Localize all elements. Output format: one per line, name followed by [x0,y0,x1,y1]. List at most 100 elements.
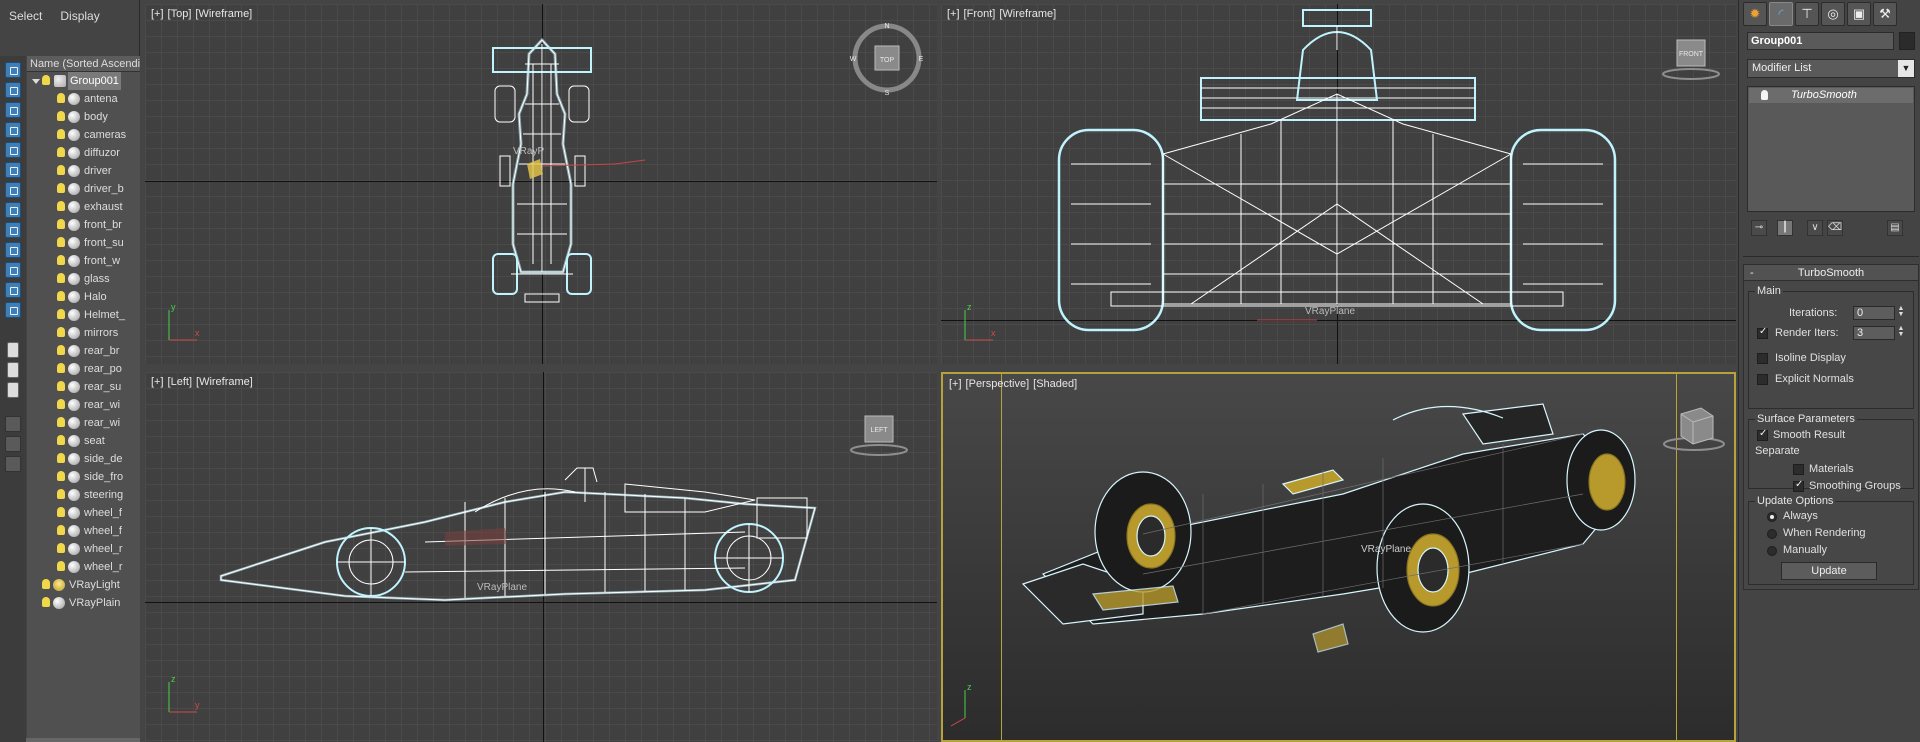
tree-row-group[interactable]: Group001 [27,72,140,90]
make-unique-icon[interactable]: ∨ [1807,220,1823,236]
visibility-bulb-icon[interactable] [57,435,65,445]
create-tab-star-icon[interactable]: ✹ [1743,2,1767,26]
remove-modifier-icon[interactable]: ⌫ [1827,220,1843,236]
layer-icon[interactable] [7,382,19,398]
tree-row[interactable]: Halo [27,288,140,306]
funnel-filter-icon[interactable] [5,416,21,432]
filter-geometry-icon[interactable] [5,102,21,118]
viewport-front[interactable]: VRayPlane z x FRONT [+] [Front] [Wireframe… [941,4,1736,364]
modifier-bulb-icon[interactable] [1761,90,1768,100]
update-always-radio[interactable] [1767,512,1777,522]
visibility-bulb-icon[interactable] [57,471,65,481]
filter-lights-icon[interactable] [5,142,21,158]
tree-column-header[interactable]: Name (Sorted Ascending) [27,56,140,72]
visibility-bulb-icon[interactable] [57,309,65,319]
filter-spacewarps-icon[interactable] [5,202,21,218]
tree-row[interactable]: antena [27,90,140,108]
viewport-point-of-view[interactable]: [Left] [168,376,192,388]
visibility-bulb-icon[interactable] [57,219,65,229]
menu-display[interactable]: Display [51,0,108,32]
viewport-shading-mode[interactable]: [Shaded] [1033,378,1077,390]
rollout-header[interactable]: - TurboSmooth [1744,265,1918,281]
viewport-left[interactable]: VRayPlane z y LEFT [+] [Left] [Wireframe] [145,372,937,742]
pin-stack-icon[interactable]: ⊸ [1751,220,1767,236]
viewport-shading-mode[interactable]: [Wireframe] [999,8,1056,20]
viewport-label-left[interactable]: [+] [Left] [Wireframe] [151,376,257,388]
viewport-menu-plus[interactable]: [+] [947,8,960,20]
visibility-bulb-icon[interactable] [57,129,65,139]
tree-row[interactable]: rear_wi [27,414,140,432]
viewport-label-perspective[interactable]: [+] [Perspective] [Shaded] [949,378,1081,390]
visibility-bulb-icon[interactable] [42,75,50,85]
viewport-shading-mode[interactable]: [Wireframe] [196,376,253,388]
tree-row[interactable]: side_de [27,450,140,468]
tree-row[interactable]: rear_wi [27,396,140,414]
tree-row[interactable]: front_br [27,216,140,234]
display-all-icon[interactable] [5,82,21,98]
viewport-menu-plus[interactable]: [+] [949,378,962,390]
tree-row[interactable]: wheel_f [27,504,140,522]
tree-row[interactable]: Helmet_ [27,306,140,324]
visibility-bulb-icon[interactable] [57,327,65,337]
iterations-spin-arrows-icon[interactable]: ▲ ▼ [1897,305,1905,320]
menu-select[interactable]: Select [0,0,51,32]
filter-frozen-icon[interactable] [5,302,21,318]
hierarchy-filter-icon[interactable] [5,436,21,452]
visibility-bulb-icon[interactable] [57,417,65,427]
filter-cameras-icon[interactable] [5,162,21,178]
tree-row[interactable]: wheel_f [27,522,140,540]
stack-item-turbosmooth[interactable]: TurboSmooth [1749,88,1913,103]
visibility-bulb-icon[interactable] [57,399,65,409]
filter-xrefs-icon[interactable] [5,242,21,258]
update-button[interactable]: Update [1781,562,1877,580]
page-icon[interactable] [7,342,19,358]
page-blank-icon[interactable] [7,362,19,378]
explicit-normals-checkbox[interactable] [1757,374,1768,385]
tree-row[interactable]: body [27,108,140,126]
viewcube-compass[interactable]: TOP N E S W [847,18,927,98]
viewport-point-of-view[interactable]: [Top] [168,8,192,20]
tree-row[interactable]: diffuzor [27,144,140,162]
hierarchy-tab-icon[interactable]: ⊤ [1795,2,1819,26]
viewport-shading-mode[interactable]: [Wireframe] [195,8,252,20]
viewport-point-of-view[interactable]: [Front] [964,8,996,20]
visibility-bulb-icon[interactable] [57,543,65,553]
viewport-perspective[interactable]: VRayPlane z [+] [Perspective] [Shaded] [941,372,1736,742]
filter-groups-icon[interactable] [5,222,21,238]
tree-row[interactable]: rear_br [27,342,140,360]
modify-tab-curve-icon[interactable]: ◜ [1769,2,1793,26]
render-iters-spinner[interactable]: 3 [1853,326,1895,340]
visibility-bulb-icon[interactable] [57,111,65,121]
tree-row[interactable]: steering [27,486,140,504]
visibility-bulb-icon[interactable] [57,273,65,283]
viewport-label-top[interactable]: [+] [Top] [Wireframe] [151,8,256,20]
viewcube[interactable]: LEFT [847,410,911,460]
visibility-bulb-icon[interactable] [57,381,65,391]
show-end-result-icon[interactable]: ┃ [1777,220,1793,236]
object-name-field[interactable]: Group001 [1747,32,1894,50]
viewcube[interactable]: FRONT [1659,34,1723,84]
visibility-bulb-icon[interactable] [57,291,65,301]
filter-bones-icon[interactable] [5,262,21,278]
modifier-list-dropdown[interactable]: Modifier List ▼ [1747,59,1915,78]
filter-shapes-icon[interactable] [5,122,21,138]
tree-row[interactable]: exhaust [27,198,140,216]
tree-row[interactable]: seat [27,432,140,450]
visibility-bulb-icon[interactable] [57,255,65,265]
visibility-bulb-icon[interactable] [57,147,65,157]
tree-row[interactable]: rear_su [27,378,140,396]
visibility-bulb-icon[interactable] [42,597,50,607]
materials-checkbox[interactable] [1793,464,1804,475]
tree-row-vraylight[interactable]: VRayLight [27,576,140,594]
render-iters-checkbox[interactable] [1757,326,1768,339]
tree-row[interactable]: side_fro [27,468,140,486]
tree-row[interactable]: mirrors [27,324,140,342]
motion-tab-icon[interactable]: ◎ [1821,2,1845,26]
filter-containers-icon[interactable] [5,282,21,298]
smooth-result-checkbox[interactable] [1757,428,1768,441]
update-when-rendering-radio[interactable] [1767,529,1777,539]
viewport-label-front[interactable]: [+] [Front] [Wireframe] [947,8,1060,20]
visibility-bulb-icon[interactable] [57,165,65,175]
tree-row[interactable]: front_w [27,252,140,270]
smoothing-groups-checkbox[interactable] [1793,479,1804,492]
